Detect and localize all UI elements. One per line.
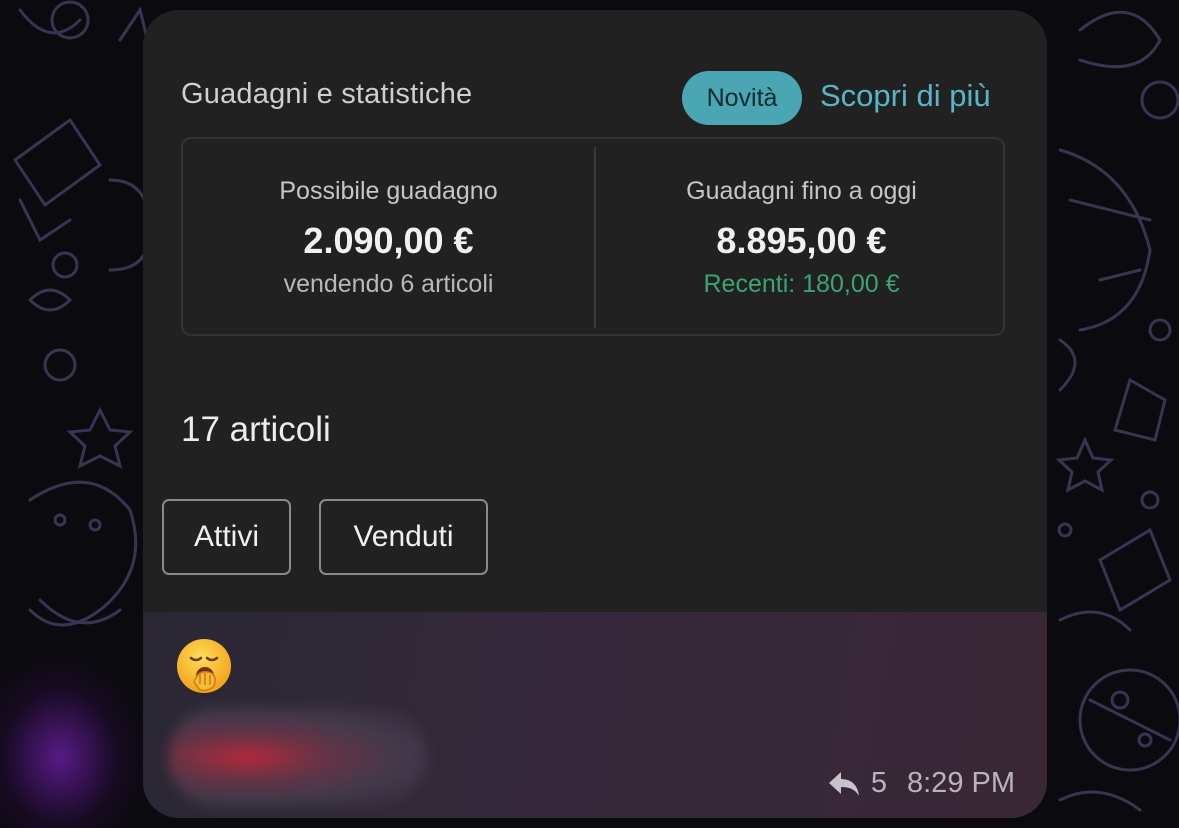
- message-meta: 5 8:29 PM: [827, 767, 1015, 800]
- earnings-to-date-value: 8.895,00 €: [716, 220, 887, 261]
- blurred-attachment: [168, 707, 428, 807]
- reply-count: 5: [870, 767, 887, 799]
- stats-panel: Possibile guadagno 2.090,00 € vendendo 6…: [181, 137, 1005, 336]
- earnings-to-date-stat: Guadagni fino a oggi 8.895,00 € Recenti:…: [596, 177, 1007, 299]
- message-footer: 5 8:29 PM: [143, 612, 1047, 818]
- possible-earnings-label: Possibile guadagno: [279, 177, 498, 205]
- filter-active-button[interactable]: Attivi: [162, 499, 291, 575]
- new-badge: Novità: [682, 71, 802, 125]
- card-title: Guadagni e statistiche: [181, 78, 473, 110]
- earnings-to-date-label: Guadagni fino a oggi: [686, 177, 917, 205]
- items-count-heading: 17 articoli: [181, 410, 331, 449]
- possible-earnings-value: 2.090,00 €: [303, 220, 474, 261]
- background-glow: [0, 650, 150, 828]
- yawning-face-icon[interactable]: [176, 638, 232, 694]
- reply-icon[interactable]: [827, 770, 861, 798]
- learn-more-link[interactable]: Scopri di più: [820, 78, 991, 114]
- possible-earnings-subtext: vendendo 6 articoli: [283, 270, 494, 298]
- possible-earnings-stat: Possibile guadagno 2.090,00 € vendendo 6…: [183, 177, 594, 299]
- message-time: 8:29 PM: [907, 767, 1015, 799]
- card-header-section: Guadagni e statistiche Novità Scopri di …: [143, 10, 1047, 612]
- earnings-card: Guadagni e statistiche Novità Scopri di …: [143, 10, 1047, 818]
- recent-earnings: Recenti: 180,00 €: [703, 270, 900, 298]
- filter-sold-button[interactable]: Venduti: [319, 499, 488, 575]
